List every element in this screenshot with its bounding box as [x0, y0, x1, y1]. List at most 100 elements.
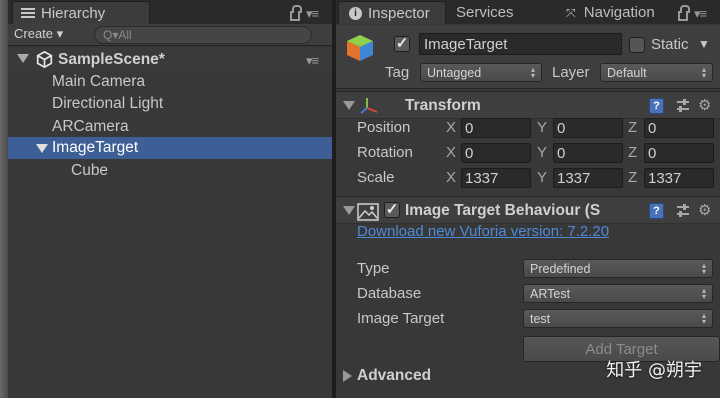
rotation-x-field[interactable]: 0: [461, 143, 531, 163]
axis-y-label: Y: [537, 144, 548, 161]
tab-navigation[interactable]: ⤧ Navigation: [566, 4, 655, 21]
hierarchy-search-input[interactable]: Q▾All: [94, 26, 312, 44]
tab-hierarchy[interactable]: Hierarchy: [12, 1, 150, 24]
axis-z-label: Z: [628, 144, 638, 161]
transform-header[interactable]: Transform ? ⚙: [336, 91, 720, 119]
expand-triangle-icon[interactable]: [36, 144, 48, 153]
preset-sliders-icon[interactable]: [675, 98, 691, 114]
image-target-script-icon: [357, 203, 379, 221]
hierarchy-item-main-camera[interactable]: Main Camera: [8, 71, 332, 93]
type-label: Type: [357, 260, 390, 277]
image-target-behaviour-title: Image Target Behaviour (S: [405, 202, 601, 219]
dropdown-arrows-icon: ▴ ▾: [701, 311, 706, 326]
fold-triangle-icon[interactable]: [343, 206, 355, 215]
fold-triangle-icon[interactable]: [343, 101, 355, 110]
hierarchy-item-label: Cube: [71, 162, 109, 179]
lock-icon[interactable]: [290, 5, 302, 21]
layer-dropdown[interactable]: Default ▴ ▾: [600, 63, 713, 82]
tag-dropdown[interactable]: Untagged ▴ ▾: [420, 63, 542, 82]
hierarchy-item-label: ImageTarget: [52, 139, 139, 156]
fold-triangle-right-icon[interactable]: [343, 370, 352, 382]
active-checkbox[interactable]: ✓: [394, 36, 410, 52]
gameobject-header: ✓ ImageTarget Static ▼ Tag Untagged ▴ ▾ L…: [336, 25, 720, 89]
hierarchy-panel: Hierarchy ▾≡ Create ▾ Q▾All SampleScene*…: [8, 0, 332, 398]
layer-label: Layer: [552, 64, 590, 81]
panel-menu-icon[interactable]: ▾≡: [306, 6, 319, 22]
database-label: Database: [357, 285, 422, 302]
rotation-z-field[interactable]: 0: [644, 143, 714, 163]
scene-name: SampleScene*: [58, 51, 165, 68]
scale-x-field[interactable]: 1337: [461, 168, 531, 188]
inspector-panel: i Inspector Services ⤧ Navigation ▾≡ ✓ I…: [336, 0, 720, 398]
create-button[interactable]: Create ▾: [14, 26, 63, 44]
scale-label: Scale: [357, 169, 395, 186]
rotation-label: Rotation: [357, 144, 413, 161]
axis-y-label: Y: [537, 119, 548, 136]
expand-triangle-icon[interactable]: [17, 54, 29, 63]
hierarchy-item-directional-light[interactable]: Directional Light: [8, 93, 332, 115]
panel-menu-icon[interactable]: ▾≡: [694, 6, 707, 22]
download-vuforia-link[interactable]: Download new Vuforia version: 7.2.20: [357, 223, 609, 240]
database-value: ARTest: [530, 286, 571, 301]
gear-icon[interactable]: ⚙: [698, 201, 711, 219]
static-label: Static: [651, 36, 689, 53]
scene-row[interactable]: SampleScene* ▾≡: [8, 48, 332, 72]
database-dropdown[interactable]: ARTest ▴ ▾: [523, 284, 713, 303]
axis-z-label: Z: [628, 119, 638, 136]
tab-services-label: Services: [456, 4, 514, 21]
tab-hierarchy-label: Hierarchy: [41, 4, 106, 22]
hierarchy-item-cube[interactable]: Cube: [8, 160, 332, 182]
static-dropdown-arrow-icon[interactable]: ▼: [698, 37, 710, 51]
image-target-behaviour-header[interactable]: ✓ Image Target Behaviour (S ? ⚙: [336, 196, 720, 224]
tab-services[interactable]: Services: [456, 4, 514, 21]
scale-z-field[interactable]: 1337: [644, 168, 714, 188]
watermark: 知乎 @朔宇: [606, 360, 702, 381]
position-label: Position: [357, 119, 411, 136]
tab-inspector[interactable]: i Inspector: [338, 1, 446, 24]
inspector-window-controls: ▾≡: [678, 5, 707, 22]
inspector-tab-bar: i Inspector Services ⤧ Navigation ▾≡: [336, 0, 720, 24]
hierarchy-item-label: Main Camera: [52, 73, 146, 90]
image-target-dropdown[interactable]: test ▴ ▾: [523, 309, 713, 328]
gear-icon[interactable]: ⚙: [698, 96, 711, 114]
type-value: Predefined: [530, 261, 591, 276]
static-checkbox[interactable]: [629, 37, 645, 53]
rotation-y-field[interactable]: 0: [553, 143, 623, 163]
hierarchy-window-controls: ▾≡: [290, 5, 319, 22]
layer-value: Default: [607, 65, 647, 80]
unity-scene-icon: [36, 51, 53, 68]
preset-sliders-icon[interactable]: [675, 203, 691, 219]
list-icon: [21, 8, 35, 18]
position-y-field[interactable]: 0: [553, 118, 623, 138]
hierarchy-item-arcamera[interactable]: ARCamera: [8, 116, 332, 138]
info-icon: i: [349, 6, 362, 20]
transform-axes-icon: [360, 98, 378, 114]
image-target-label: Image Target: [357, 310, 445, 327]
hierarchy-item-label: Directional Light: [52, 95, 164, 112]
image-target-value: test: [530, 311, 551, 326]
axis-x-label: X: [446, 144, 457, 161]
axis-y-label: Y: [537, 169, 548, 186]
object-name-field[interactable]: ImageTarget: [419, 33, 622, 55]
dropdown-arrows-icon: ▴ ▾: [701, 65, 706, 80]
help-icon[interactable]: ?: [649, 203, 664, 219]
dropdown-arrows-icon: ▴ ▾: [701, 261, 706, 276]
scale-y-field[interactable]: 1337: [553, 168, 623, 188]
help-icon[interactable]: ?: [649, 98, 664, 114]
type-dropdown[interactable]: Predefined ▴ ▾: [523, 259, 713, 278]
hierarchy-item-imagetarget[interactable]: ImageTarget: [8, 137, 332, 159]
hierarchy-item-label: ARCamera: [52, 118, 129, 135]
navigation-icon: ⤧: [566, 6, 576, 20]
lock-icon[interactable]: [678, 5, 690, 21]
axis-x-label: X: [446, 119, 457, 136]
dropdown-arrows-icon: ▴ ▾: [701, 286, 706, 301]
position-x-field[interactable]: 0: [461, 118, 531, 138]
component-enabled-checkbox[interactable]: ✓: [384, 202, 400, 218]
scene-menu-icon[interactable]: ▾≡: [306, 53, 319, 69]
tab-inspector-label: Inspector: [368, 4, 430, 22]
position-z-field[interactable]: 0: [644, 118, 714, 138]
hierarchy-toolbar: Create ▾ Q▾All: [8, 24, 332, 46]
tag-label: Tag: [385, 64, 410, 81]
gameobject-cube-icon: [347, 35, 373, 61]
axis-z-label: Z: [628, 169, 638, 186]
